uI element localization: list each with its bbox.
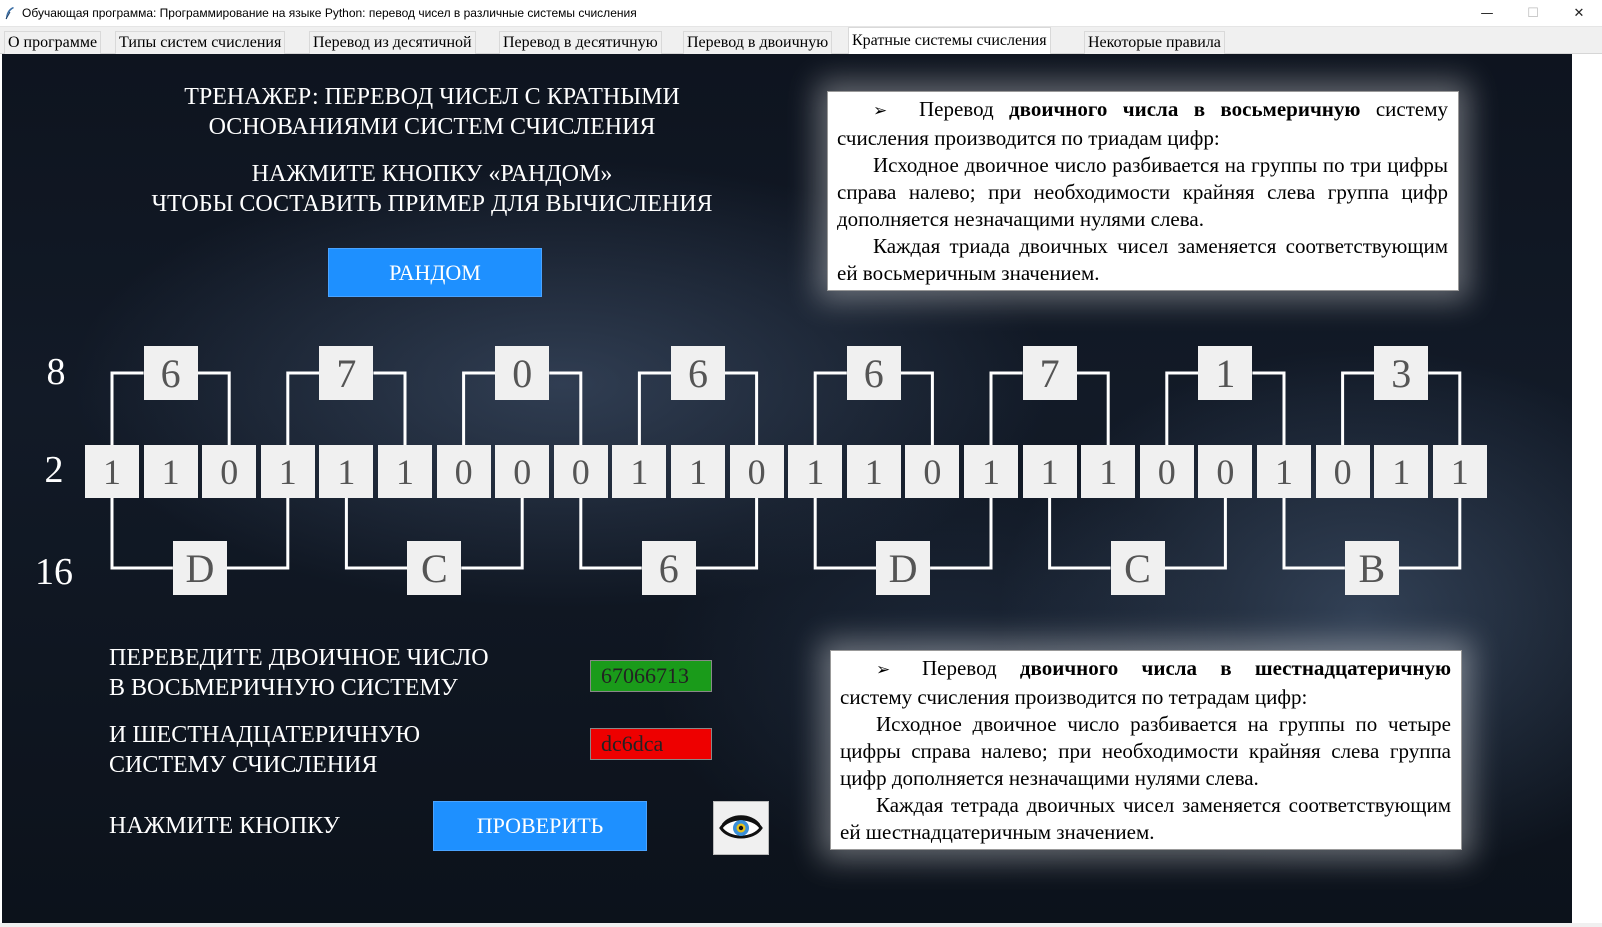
- binary-digit: 0: [553, 445, 608, 498]
- hex-digit: 6: [641, 541, 696, 595]
- binary-digit: 0: [1315, 445, 1370, 498]
- hex-bracket-right: [695, 498, 759, 570]
- binary-digit: 1: [1081, 445, 1136, 498]
- binary-digit: 1: [1432, 445, 1487, 498]
- octal-bracket-right: [1252, 371, 1286, 445]
- eye-icon: [719, 815, 763, 839]
- show-answer-button[interactable]: [713, 801, 769, 855]
- window-margin: [1572, 54, 1602, 923]
- binary-digit: 1: [143, 445, 198, 498]
- window-title: Обучающая программа: Программирование на…: [22, 6, 637, 20]
- tab-to-decimal[interactable]: Перевод в десятичную: [499, 31, 662, 54]
- octal-bracket-left: [989, 371, 1023, 445]
- binary-digit: 0: [905, 445, 960, 498]
- binary-digit: 0: [202, 445, 257, 498]
- task-hex-prompt: И ШЕСТНАДЦАТЕРИЧНУЮ СИСТЕМУ СЧИСЛЕНИЯ: [109, 720, 420, 780]
- binary-digit: 0: [436, 445, 491, 498]
- binary-digit: 1: [319, 445, 374, 498]
- hex-bracket-left: [813, 498, 877, 570]
- octal-bracket-right: [197, 371, 231, 445]
- octal-bracket-left: [286, 371, 320, 445]
- binary-digit: 1: [378, 445, 432, 498]
- task-octal-prompt: ПЕРЕВЕДИТЕ ДВОИЧНОЕ ЧИСЛО В ВОСЬМЕРИЧНУЮ…: [109, 643, 489, 703]
- octal-bracket-right: [1076, 371, 1110, 445]
- binary-digit: 1: [964, 445, 1018, 498]
- tab-about[interactable]: О программе: [4, 31, 102, 54]
- octal-bracket-right: [725, 371, 759, 445]
- octal-bracket-left: [110, 371, 144, 445]
- octal-bracket-right: [1428, 371, 1462, 445]
- feather-icon: [0, 0, 20, 27]
- hex-bracket-left: [344, 498, 408, 570]
- hex-digit: D: [172, 541, 227, 595]
- hex-bracket-left: [1048, 498, 1111, 570]
- octal-bracket-right: [900, 371, 934, 445]
- tab-multiple-bases[interactable]: Кратные системы счисления: [848, 27, 1051, 54]
- octal-bracket-left: [462, 371, 496, 445]
- binary-digit: 1: [1374, 445, 1429, 498]
- octal-digit: 7: [1022, 346, 1077, 400]
- hex-digit: C: [407, 541, 462, 595]
- octal-digit: 3: [1374, 346, 1429, 400]
- minimize-icon[interactable]: —: [1464, 0, 1510, 27]
- hex-answer-input[interactable]: dc6dca: [590, 728, 712, 760]
- binary-digit: 0: [729, 445, 784, 498]
- hex-bracket-right: [226, 498, 290, 570]
- hex-bracket-left: [110, 498, 173, 570]
- close-icon[interactable]: ✕: [1556, 0, 1602, 27]
- octal-bracket-left: [1165, 371, 1199, 445]
- binary-digit: 1: [260, 445, 315, 498]
- hex-digit: B: [1344, 541, 1399, 595]
- octal-answer-input[interactable]: 67066713: [590, 660, 712, 692]
- octal-bracket-right: [549, 371, 583, 445]
- octal-bracket-left: [813, 371, 847, 445]
- hex-digit: C: [1110, 541, 1165, 595]
- binary-digit: 1: [788, 445, 843, 498]
- task-line-3: И ШЕСТНАДЦАТЕРИЧНУЮ: [109, 722, 421, 748]
- octal-digit: 6: [846, 346, 901, 400]
- window-bottom-border: [0, 923, 1602, 927]
- tab-some-rules[interactable]: Некоторые правила: [1084, 31, 1225, 54]
- binary-digit: 0: [1198, 445, 1253, 498]
- check-button[interactable]: ПРОВЕРИТЬ: [433, 801, 647, 851]
- title-bar: Обучающая программа: Программирование на…: [0, 0, 1602, 27]
- hex-bracket-right: [461, 498, 524, 570]
- octal-bracket-left: [637, 371, 671, 445]
- hex-bracket-right: [1398, 498, 1462, 570]
- hex-bracket-left: [1282, 498, 1345, 570]
- tab-numeral-system-types[interactable]: Типы систем счисления: [115, 31, 286, 54]
- octal-digit: 1: [1198, 346, 1253, 400]
- octal-bracket-right: [373, 371, 407, 445]
- binary-digit: 1: [85, 445, 139, 498]
- press-button-hint: НАЖМИТЕ КНОПКУ: [109, 813, 340, 839]
- octal-bracket-left: [1341, 371, 1375, 445]
- binary-digit: 1: [612, 445, 667, 498]
- trainer-panel: ТРЕНАЖЕР: ПЕРЕВОД ЧИСЕЛ С КРАТНЫМИ ОСНОВ…: [2, 54, 1572, 923]
- task-line-2: В ВОСЬМЕРИЧНУЮ СИСТЕМУ: [109, 675, 458, 701]
- octal-digit: 0: [495, 346, 550, 400]
- hex-digit: D: [876, 541, 931, 595]
- tab-from-decimal[interactable]: Перевод из десятичной: [309, 31, 476, 54]
- task-line-4: СИСТЕМУ СЧИСЛЕНИЯ: [109, 752, 378, 778]
- hex-bracket-left: [579, 498, 642, 570]
- binary-digit: 1: [671, 445, 725, 498]
- binary-digit: 1: [1022, 445, 1077, 498]
- binary-digit: 0: [1139, 445, 1194, 498]
- task-line-1: ПЕРЕВЕДИТЕ ДВОИЧНОЕ ЧИСЛО: [109, 645, 489, 671]
- hex-bracket-right: [1164, 498, 1227, 570]
- binary-digit: 0: [495, 445, 550, 498]
- octal-digit: 7: [319, 346, 374, 400]
- maximize-icon[interactable]: ☐: [1510, 0, 1556, 27]
- octal-digit: 6: [671, 346, 725, 400]
- hex-bracket-right: [930, 498, 993, 570]
- binary-digit: 1: [846, 445, 901, 498]
- binary-digit: 1: [1257, 445, 1311, 498]
- tab-to-binary[interactable]: Перевод в двоичную: [683, 31, 833, 54]
- octal-digit: 6: [143, 346, 198, 400]
- tab-bar: О программе Типы систем счисления Перево…: [0, 27, 1602, 54]
